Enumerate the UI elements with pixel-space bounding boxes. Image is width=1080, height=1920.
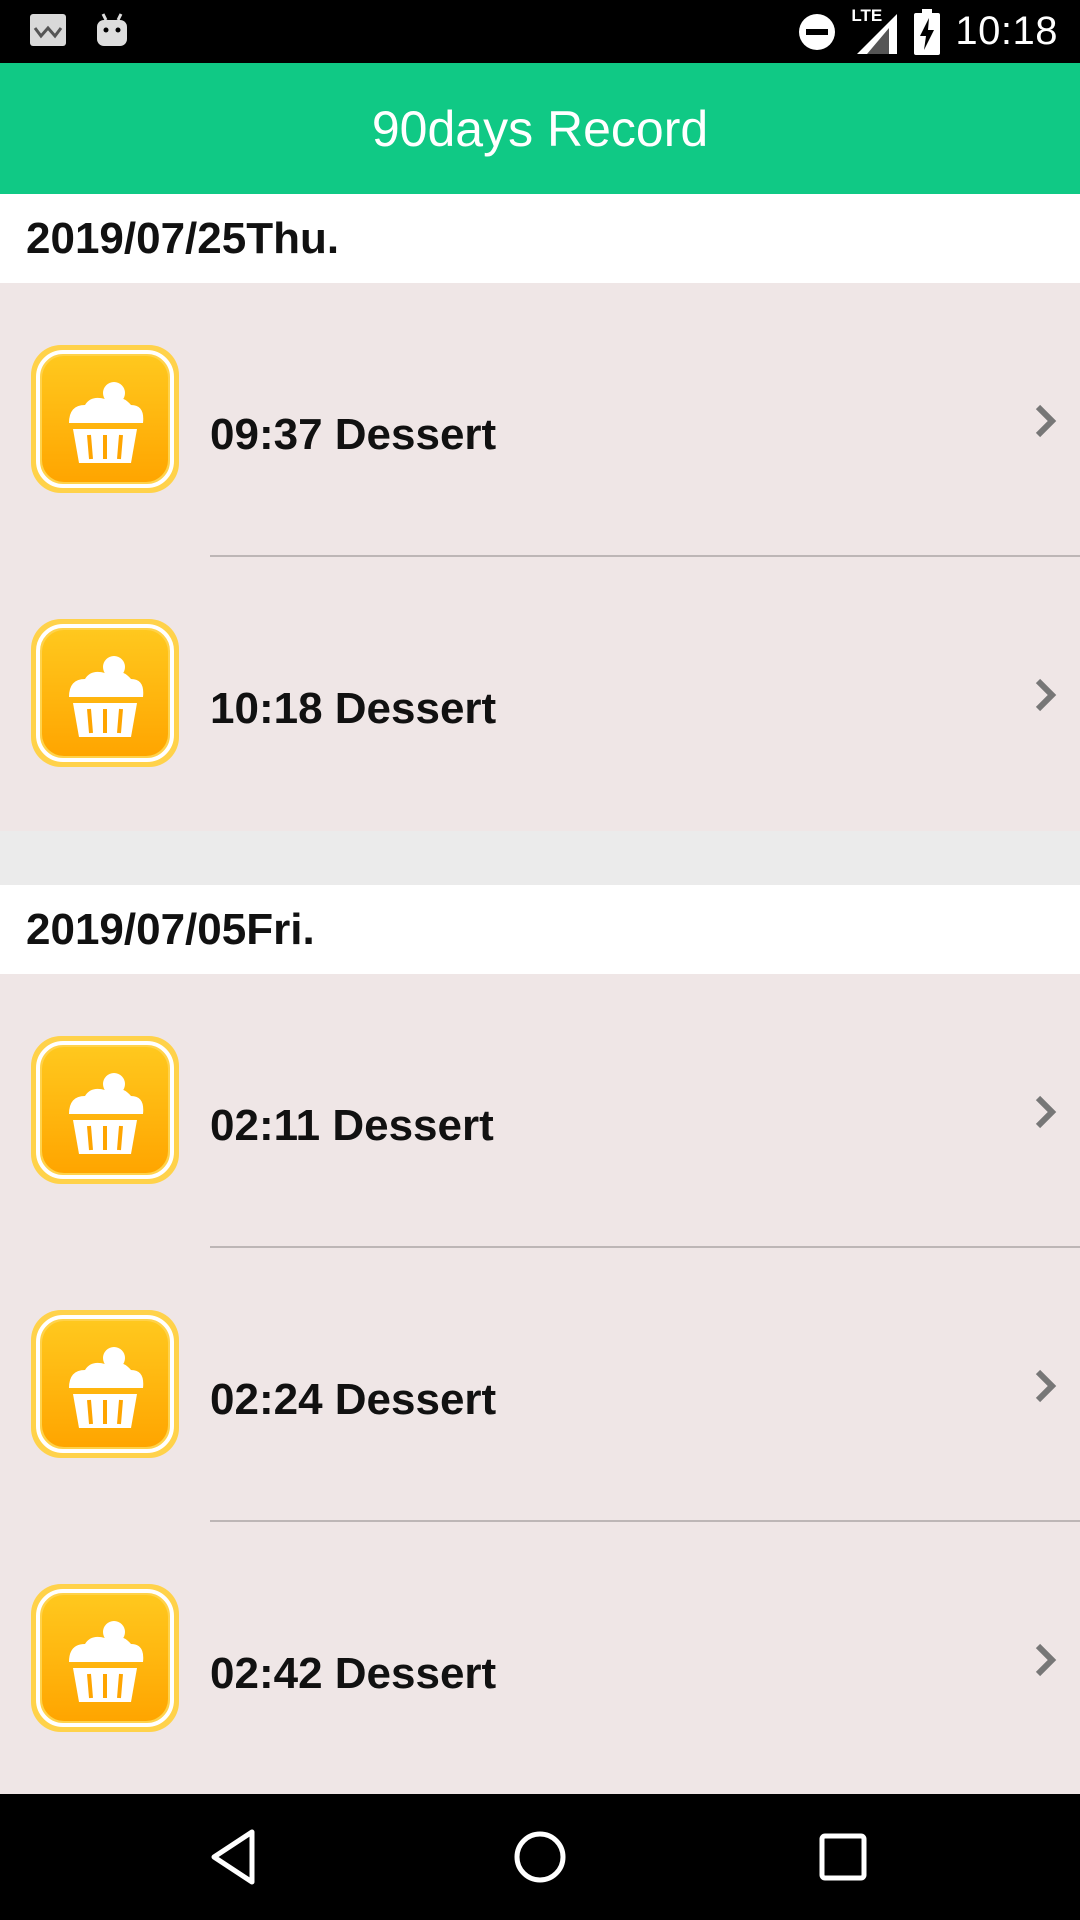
- chevron-right-icon: [1035, 1369, 1057, 1403]
- cupcake-icon: [31, 619, 179, 767]
- cupcake-icon: [31, 345, 179, 493]
- cupcake-icon: [31, 1584, 179, 1732]
- entry-label: 09:37 Dessert: [210, 410, 497, 459]
- chevron-right-icon: [1035, 678, 1057, 712]
- entry-list: 09:37 Dessert 10:18 Dessert: [0, 283, 1080, 831]
- signal-indicator: LTE: [851, 6, 899, 56]
- entry-label: 02:11 Dessert: [210, 1101, 494, 1150]
- screen: LTE 10:18 90days Record 2019/07/25Thu. 0…: [0, 0, 1080, 1920]
- chevron-right-icon: [1035, 1643, 1057, 1677]
- chevron-right-icon: [1035, 404, 1057, 438]
- navigation-bar: [0, 1794, 1080, 1920]
- entry-label: 10:18 Dessert: [210, 684, 497, 733]
- battery-charging-icon: [914, 8, 941, 55]
- back-icon[interactable]: [200, 1822, 270, 1892]
- section-date-header: 2019/07/05Fri.: [0, 885, 1080, 974]
- list-item[interactable]: 09:37 Dessert: [0, 283, 1080, 557]
- cupcake-icon: [31, 1036, 179, 1184]
- record-list[interactable]: 2019/07/25Thu. 09:37 Dessert 10:18 Desse…: [0, 194, 1080, 1794]
- status-bar-right: LTE 10:18: [797, 0, 1058, 63]
- status-time: 10:18: [955, 9, 1058, 53]
- signal-icon: [857, 13, 898, 54]
- section-date-header: 2019/07/25Thu.: [0, 194, 1080, 283]
- status-bar: LTE 10:18: [0, 0, 1080, 63]
- cupcake-icon: [31, 1310, 179, 1458]
- home-icon[interactable]: [505, 1822, 575, 1892]
- app-bar: 90days Record: [0, 63, 1080, 194]
- app-title: 90days Record: [371, 100, 709, 157]
- date-section: 2019/07/05Fri. 02:11 Dessert 02:24 Desse…: [0, 885, 1080, 1794]
- recents-icon[interactable]: [808, 1822, 878, 1892]
- date-section: 2019/07/25Thu. 09:37 Dessert 10:18 Desse…: [0, 194, 1080, 831]
- list-item[interactable]: 02:11 Dessert: [0, 974, 1080, 1248]
- dnd-icon: [799, 13, 836, 50]
- notification-app-icon: [30, 14, 66, 46]
- list-item[interactable]: 02:24 Dessert: [0, 1248, 1080, 1522]
- entry-label: 02:24 Dessert: [210, 1375, 497, 1424]
- entry-list: 02:11 Dessert 02:24 Dessert 02:42 Desser…: [0, 974, 1080, 1794]
- chevron-right-icon: [1035, 1095, 1057, 1129]
- list-item[interactable]: 02:42 Dessert: [0, 1522, 1080, 1794]
- entry-label: 02:42 Dessert: [210, 1649, 497, 1698]
- android-icon: [97, 13, 127, 46]
- list-item[interactable]: 10:18 Dessert: [0, 557, 1080, 831]
- status-bar-left: [28, 10, 130, 50]
